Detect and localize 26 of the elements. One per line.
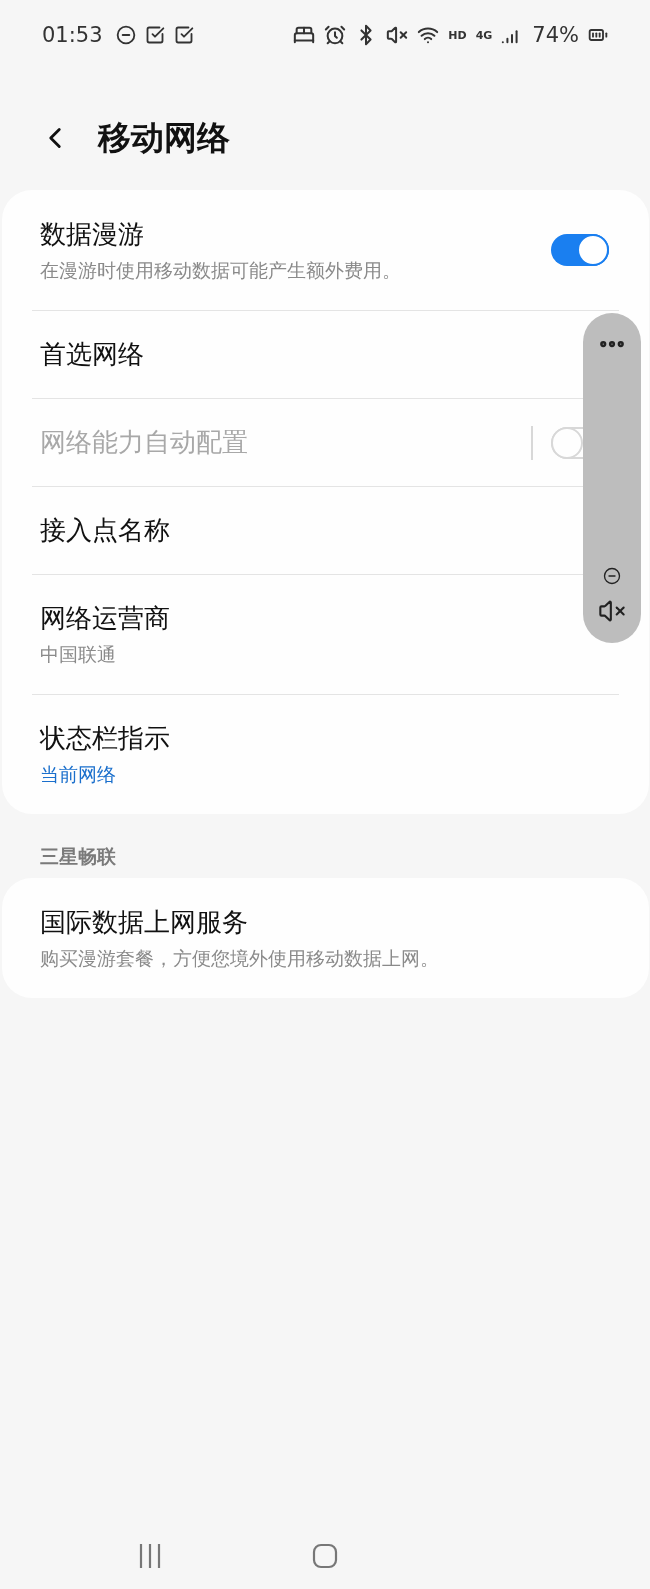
bed-icon xyxy=(293,24,316,46)
alarm-icon xyxy=(324,24,347,46)
setting-title[interactable]: 首选网络 xyxy=(40,337,144,372)
mute-icon xyxy=(386,24,409,46)
home-icon[interactable] xyxy=(312,1543,338,1569)
section-label: 三星畅联 xyxy=(39,844,117,869)
setting-title[interactable]: 接入点名称 xyxy=(40,513,170,548)
check-square-icon xyxy=(173,25,194,45)
network-label: HD xyxy=(448,28,467,42)
recent-apps-icon[interactable] xyxy=(138,1543,162,1569)
page-title: 移动网络 xyxy=(98,116,230,159)
setting-summary: 在漫游时使用移动数据可能产生额外费用。 xyxy=(40,257,401,283)
setting-summary: 当前网络 xyxy=(40,762,116,787)
setting-title[interactable]: 网络运营商 xyxy=(40,601,170,636)
minus-circle-icon xyxy=(115,25,136,45)
check-square-icon xyxy=(144,25,165,45)
battery-percent: 74% xyxy=(532,23,579,47)
setting-summary: 中国联通 xyxy=(40,642,116,667)
network-label: 4G xyxy=(475,28,493,42)
minus-circle-icon xyxy=(603,567,621,585)
toggle-switch[interactable] xyxy=(551,234,609,266)
clock: 01:53 xyxy=(42,23,103,47)
setting-summary: 购买漫游套餐，方便您境外使用移动数据上网。 xyxy=(40,945,439,971)
setting-title[interactable]: 国际数据上网服务 xyxy=(40,904,248,940)
setting-title[interactable]: 数据漫游 xyxy=(40,216,144,252)
setting-title[interactable]: 状态栏指示 xyxy=(40,721,170,756)
